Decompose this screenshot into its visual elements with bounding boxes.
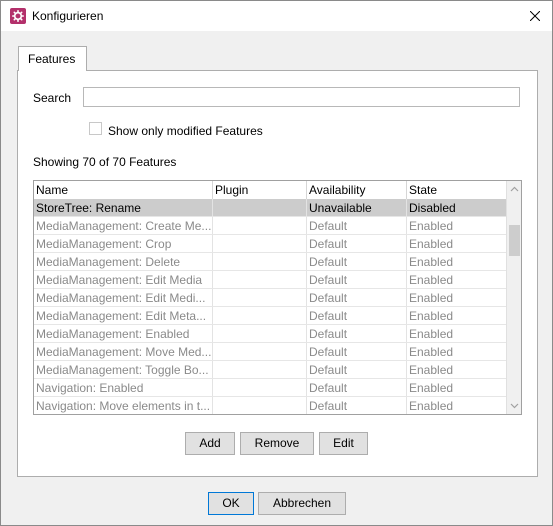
state-cell: Enabled	[409, 219, 454, 233]
plugin-cell	[213, 307, 307, 325]
features-table: Name Plugin Availability State StoreTree…	[33, 180, 522, 415]
title-bar[interactable]: Konfigurieren	[1, 1, 552, 31]
state-cell: Enabled	[409, 399, 454, 413]
table-row[interactable]: Navigation: Move elements in t... Default…	[34, 397, 506, 414]
availability-cell: Unavailable	[307, 199, 407, 217]
state-cell: Enabled	[409, 381, 454, 395]
plugin-cell	[213, 343, 307, 361]
edit-button[interactable]: Edit	[319, 432, 368, 455]
plugin-cell	[213, 235, 307, 253]
state-cell: Enabled	[409, 273, 454, 287]
name-cell: MediaManagement: Edit Meta...	[34, 307, 213, 325]
plugin-cell	[213, 397, 307, 414]
remove-button[interactable]: Remove	[240, 432, 314, 455]
availability-cell: Default	[307, 343, 407, 361]
name-cell: MediaManagement: Edit Medi...	[34, 289, 213, 307]
table-row[interactable]: MediaManagement: Toggle Bo... Default Enab…	[34, 361, 506, 379]
name-cell: MediaManagement: Create Me...	[36, 217, 213, 235]
availability-cell: Default	[307, 325, 407, 343]
name-cell: Navigation: Move elements in t...	[34, 397, 213, 414]
availability-cell: Default	[307, 289, 407, 307]
gear-icon	[10, 8, 26, 24]
state-cell: Enabled	[409, 255, 454, 269]
cancel-button[interactable]: Abbrechen	[258, 492, 346, 515]
modified-only-label[interactable]: Show only modified Features	[108, 124, 263, 138]
column-header-state[interactable]: State	[407, 181, 506, 199]
table-row[interactable]: MediaManagement: Crop Default Enabled	[34, 235, 506, 253]
name-cell: MediaManagement: Toggle Bo...	[34, 361, 213, 379]
plugin-cell	[213, 289, 307, 307]
modified-only-checkbox[interactable]	[89, 122, 102, 135]
table-row[interactable]: MediaManagement: Edit Meta... Default Enab…	[34, 307, 506, 325]
state-cell: Enabled	[409, 309, 454, 323]
dialog-window: Konfigurieren Features Search Show only …	[0, 0, 553, 526]
name-cell: MediaManagement: Edit Media	[34, 271, 213, 289]
table-row[interactable]: MediaManagement: Move Med... Default Enabl…	[34, 343, 506, 361]
column-header-name[interactable]: Name	[34, 181, 213, 199]
column-header-availability[interactable]: Availability	[307, 181, 407, 199]
table-row[interactable]: StoreTree: Rename Unavailable Disabled	[34, 199, 506, 217]
search-label: Search	[33, 91, 72, 105]
table-header: Name Plugin Availability State	[34, 181, 506, 199]
state-cell: Enabled	[409, 363, 454, 377]
state-cell: Enabled	[409, 327, 454, 341]
name-cell: StoreTree: Rename	[34, 199, 213, 217]
plugin-cell	[213, 253, 307, 271]
name-cell: Navigation: Enabled	[34, 379, 213, 397]
tab-features[interactable]: Features	[18, 46, 87, 71]
state-cell: Enabled	[409, 345, 454, 359]
state-cell: Enabled	[409, 291, 454, 305]
table-row[interactable]: MediaManagement: Enabled Default Enabled	[34, 325, 506, 343]
availability-cell: Default	[307, 307, 407, 325]
column-header-plugin[interactable]: Plugin	[213, 181, 307, 199]
availability-cell: Default	[307, 217, 407, 235]
availability-cell: Default	[307, 271, 407, 289]
search-input[interactable]	[83, 87, 520, 107]
scroll-down-icon[interactable]	[510, 401, 519, 410]
table-row[interactable]: Navigation: Enabled Default Enabled	[34, 379, 506, 397]
availability-cell: Default	[307, 235, 407, 253]
close-icon	[530, 11, 540, 21]
plugin-cell	[213, 325, 307, 343]
name-cell: MediaManagement: Enabled	[34, 325, 213, 343]
close-button[interactable]	[525, 6, 545, 26]
plugin-cell	[213, 217, 307, 235]
plugin-cell	[213, 199, 307, 217]
plugin-cell	[213, 379, 307, 397]
name-cell: MediaManagement: Delete	[34, 253, 213, 271]
plugin-cell	[213, 271, 307, 289]
availability-cell: Default	[307, 253, 407, 271]
window-title: Konfigurieren	[32, 9, 104, 23]
ok-button[interactable]: OK	[208, 492, 254, 515]
tab-label: Features	[28, 52, 76, 66]
feature-count: Showing 70 of 70 Features	[33, 155, 177, 169]
availability-cell: Default	[307, 379, 407, 397]
vertical-scrollbar[interactable]	[506, 181, 521, 414]
state-cell: Disabled	[409, 201, 456, 215]
name-cell: MediaManagement: Move Med...	[36, 343, 213, 361]
add-button[interactable]: Add	[185, 432, 235, 455]
plugin-cell	[213, 361, 307, 379]
table-row[interactable]: MediaManagement: Create Me... Default Enab…	[34, 217, 506, 235]
table-row[interactable]: MediaManagement: Edit Media Default Enable…	[34, 271, 506, 289]
scrollbar-thumb[interactable]	[509, 225, 520, 256]
availability-cell: Default	[307, 397, 407, 414]
table-row[interactable]: MediaManagement: Edit Medi... Default Enab…	[34, 289, 506, 307]
state-cell: Enabled	[409, 237, 454, 251]
availability-cell: Default	[307, 361, 407, 379]
name-cell: MediaManagement: Crop	[34, 235, 213, 253]
scroll-up-icon[interactable]	[510, 185, 519, 194]
table-row[interactable]: MediaManagement: Delete Default Enabled	[34, 253, 506, 271]
